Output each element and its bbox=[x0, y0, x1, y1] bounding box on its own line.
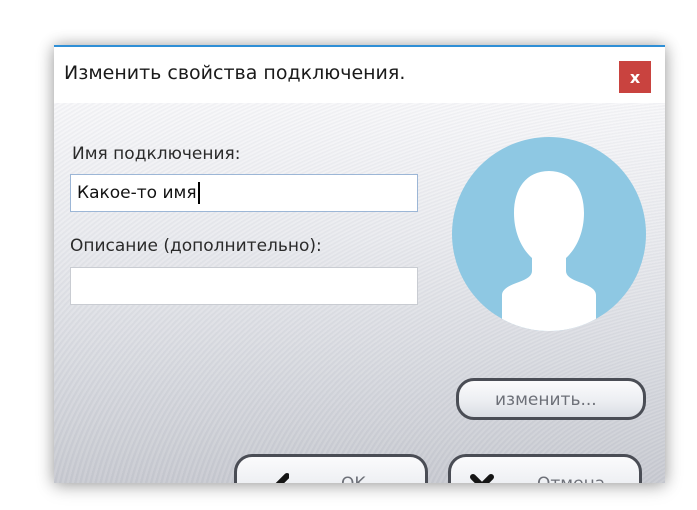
change-avatar-button[interactable]: изменить... bbox=[456, 378, 646, 420]
ok-button[interactable]: OK bbox=[234, 454, 428, 483]
connection-name-input[interactable]: Какое-то имя bbox=[70, 174, 418, 212]
cross-icon bbox=[470, 474, 494, 483]
connection-name-value: Какое-то имя bbox=[77, 183, 197, 203]
dialog-body: Имя подключения: Какое-то имя Описание (… bbox=[54, 103, 665, 483]
checkmark-icon bbox=[259, 473, 289, 483]
cancel-button[interactable]: Отмена bbox=[448, 454, 642, 483]
avatar bbox=[452, 137, 646, 331]
description-label: Описание (дополнительно): bbox=[70, 236, 322, 256]
text-caret bbox=[197, 182, 200, 204]
close-button[interactable]: x bbox=[619, 61, 651, 93]
user-silhouette-icon bbox=[502, 171, 596, 331]
change-avatar-label: изменить... bbox=[495, 390, 597, 410]
connection-name-label: Имя подключения: bbox=[72, 144, 241, 164]
close-icon: x bbox=[629, 67, 641, 87]
dialog-title: Изменить свойства подключения. bbox=[64, 62, 406, 84]
title-bar[interactable]: Изменить свойства подключения. x bbox=[54, 47, 665, 103]
screen: Изменить свойства подключения. x Имя под… bbox=[0, 0, 697, 510]
connection-properties-dialog: Изменить свойства подключения. x Имя под… bbox=[54, 45, 665, 483]
ok-label: OK bbox=[341, 474, 366, 483]
cancel-label: Отмена bbox=[537, 474, 605, 483]
description-input[interactable] bbox=[70, 267, 418, 305]
